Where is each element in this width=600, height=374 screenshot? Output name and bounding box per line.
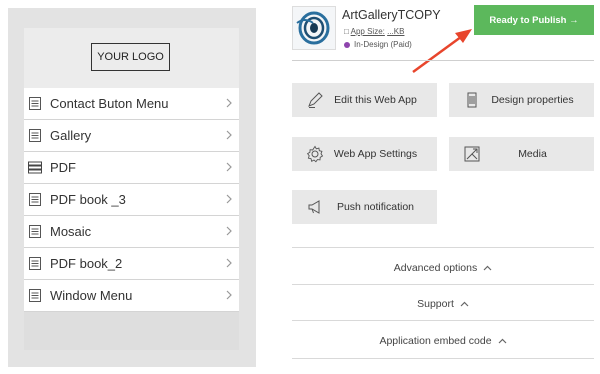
advanced-options-label: Advanced options	[393, 262, 478, 274]
app-name: ArtGalleryTCOPY	[342, 8, 441, 22]
menu-item-label: Window Menu	[50, 288, 133, 303]
page-icon	[29, 129, 41, 142]
chevron-right-icon	[226, 194, 232, 204]
support-toggle[interactable]: Support	[292, 289, 594, 319]
edit-web-app-button[interactable]: Edit this Web App	[292, 83, 437, 117]
ready-to-publish-button[interactable]: Ready to Publish →	[474, 5, 594, 35]
app-size-value: ...KB	[387, 27, 405, 36]
chevron-right-icon	[226, 130, 232, 140]
page-icon	[29, 289, 41, 302]
embed-code-label: Application embed code	[379, 335, 492, 347]
menu-item-label: PDF book_2	[50, 256, 123, 271]
stack-icon	[28, 161, 42, 174]
megaphone-icon	[308, 200, 320, 214]
chevron-right-icon	[226, 226, 232, 236]
chevron-right-icon	[226, 258, 232, 268]
web-app-settings-button[interactable]: Web App Settings	[292, 137, 437, 171]
section-divider	[292, 320, 594, 321]
menu-item-pdf[interactable]: PDF	[24, 152, 239, 184]
web-app-settings-label: Web App Settings	[333, 148, 418, 160]
menu-item-label: PDF	[50, 160, 76, 175]
section-divider	[292, 247, 594, 248]
menu-item-label: Gallery	[50, 128, 92, 143]
design-icon	[467, 92, 477, 108]
advanced-options-toggle[interactable]: Advanced options	[292, 253, 594, 283]
section-divider	[292, 284, 594, 285]
phone-screen: YOUR LOGO Contact Buton Menu Gallery PDF…	[24, 28, 239, 350]
app-status-text: In-Design (Paid)	[354, 40, 412, 49]
gear-icon	[306, 145, 324, 163]
app-thumbnail	[292, 6, 336, 50]
app-size[interactable]: □ App Size: ...KB	[344, 27, 404, 36]
page-icon	[29, 225, 41, 238]
app-size-label: App Size:	[350, 27, 385, 36]
menu-item-contact-buton-menu[interactable]: Contact Buton Menu	[24, 88, 239, 120]
menu-item-gallery[interactable]: Gallery	[24, 120, 239, 152]
page-icon	[29, 193, 41, 206]
menu-item-label: PDF book _3	[50, 192, 126, 207]
media-icon	[464, 146, 480, 162]
pen-icon	[308, 92, 323, 108]
app-size-doc-icon: □	[344, 27, 349, 36]
chevron-up-icon	[460, 301, 469, 307]
chevron-up-icon	[498, 338, 506, 344]
push-notification-label: Push notification	[336, 201, 415, 213]
design-properties-label: Design properties	[491, 94, 574, 106]
logo-area: YOUR LOGO	[24, 28, 239, 88]
embed-code-toggle[interactable]: Application embed code	[292, 326, 594, 356]
push-notification-button[interactable]: Push notification	[292, 190, 437, 224]
media-button[interactable]: Media	[449, 137, 594, 171]
support-label: Support	[417, 298, 454, 310]
menu-item-label: Mosaic	[50, 224, 92, 239]
menu-item-pdf-book-2[interactable]: PDF book_2	[24, 248, 239, 280]
app-menu-list: Contact Buton Menu Gallery PDF PDF book …	[24, 88, 239, 312]
page-icon	[29, 97, 41, 110]
design-properties-button[interactable]: Design properties	[449, 83, 594, 117]
chevron-up-icon	[483, 265, 492, 271]
logo-placeholder: YOUR LOGO	[91, 43, 170, 71]
page-icon	[29, 257, 41, 270]
header-divider	[292, 60, 594, 61]
edit-web-app-label: Edit this Web App	[334, 94, 417, 106]
app-logo-icon	[293, 7, 335, 49]
status-dot-icon	[344, 41, 350, 48]
section-divider	[292, 358, 594, 359]
menu-item-mosaic[interactable]: Mosaic	[24, 216, 239, 248]
chevron-right-icon	[226, 162, 232, 172]
menu-item-pdf-book-3[interactable]: PDF book _3	[24, 184, 239, 216]
menu-item-label: Contact Buton Menu	[50, 96, 169, 111]
chevron-right-icon	[226, 98, 232, 108]
menu-item-window-menu[interactable]: Window Menu	[24, 280, 239, 312]
media-label: Media	[518, 148, 547, 160]
chevron-right-icon	[226, 290, 232, 300]
app-status: In-Design (Paid)	[344, 40, 412, 49]
